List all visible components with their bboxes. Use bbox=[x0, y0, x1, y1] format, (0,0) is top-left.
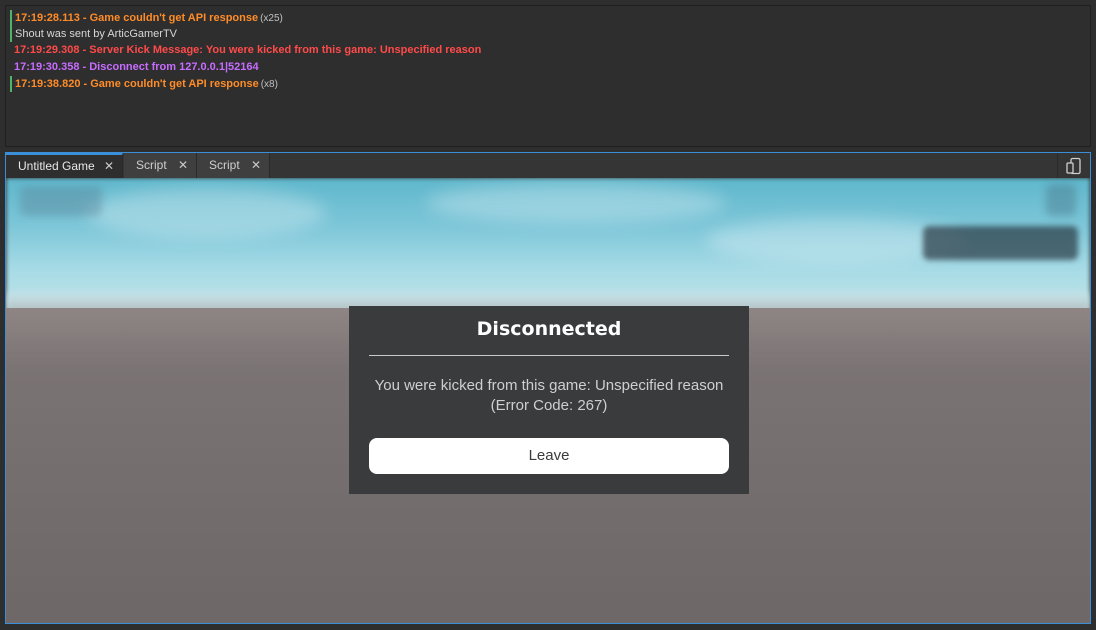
blurred-hud-button bbox=[923, 226, 1078, 260]
log-line-3: 17:19:29.308 - Server Kick Message: You … bbox=[14, 44, 482, 56]
log-message: Disconnect from 127.0.0.1|52164 bbox=[89, 61, 259, 73]
log-message: Game couldn't get API response bbox=[90, 78, 259, 90]
leave-button[interactable]: Leave bbox=[369, 438, 729, 474]
log-count: (x25) bbox=[260, 13, 283, 24]
kick-reason-text: You were kicked from this game: Unspecif… bbox=[374, 377, 724, 394]
tab-label: Untitled Game bbox=[18, 159, 95, 173]
cloud bbox=[86, 188, 326, 238]
tab-strip: Untitled Game ✕ Script ✕ Script ✕ bbox=[5, 152, 1091, 178]
log-line-4: 17:19:30.358 - Disconnect from 127.0.0.1… bbox=[14, 61, 259, 73]
tab-script-1[interactable]: Script ✕ bbox=[124, 153, 197, 178]
log-time: 17:19:30.358 bbox=[14, 61, 80, 73]
close-icon[interactable]: ✕ bbox=[178, 153, 188, 178]
tab-script-2[interactable]: Script ✕ bbox=[197, 153, 270, 178]
log-line-2: Shout was sent by ArticGamerTV bbox=[10, 26, 177, 42]
disconnected-dialog: Disconnected You were kicked from this g… bbox=[349, 306, 749, 494]
log-count: (x8) bbox=[260, 79, 278, 90]
topbar-icon-blurred bbox=[1046, 184, 1076, 216]
dialog-title: Disconnected bbox=[476, 318, 622, 340]
cloud bbox=[426, 183, 726, 223]
log-time: 17:19:29.308 bbox=[14, 44, 80, 56]
device-emulator-button[interactable] bbox=[1057, 153, 1090, 178]
output-panel: 17:19:28.113 - Game couldn't get API res… bbox=[5, 5, 1091, 147]
tab-untitled-game[interactable]: Untitled Game ✕ bbox=[6, 153, 123, 178]
device-emulator-icon bbox=[1066, 157, 1081, 174]
log-time: 17:19:38.820 bbox=[15, 78, 81, 90]
tab-label: Script bbox=[136, 158, 167, 172]
menu-button-blurred bbox=[20, 186, 102, 216]
tab-label: Script bbox=[209, 158, 240, 172]
log-time: 17:19:28.113 bbox=[15, 12, 80, 24]
close-icon[interactable]: ✕ bbox=[104, 155, 114, 178]
log-line-1: 17:19:28.113 - Game couldn't get API res… bbox=[10, 10, 283, 26]
log-message: Shout was sent by ArticGamerTV bbox=[15, 28, 178, 40]
dialog-message: You were kicked from this game: Unspecif… bbox=[349, 376, 749, 416]
log-message: Game couldn't get API response bbox=[89, 12, 259, 24]
log-message: Server Kick Message: You were kicked fro… bbox=[89, 44, 482, 56]
dialog-divider bbox=[369, 355, 729, 356]
log-line-5: 17:19:38.820 - Game couldn't get API res… bbox=[10, 76, 278, 92]
close-icon[interactable]: ✕ bbox=[251, 153, 261, 178]
error-code-text: (Error Code: 267) bbox=[490, 397, 608, 414]
